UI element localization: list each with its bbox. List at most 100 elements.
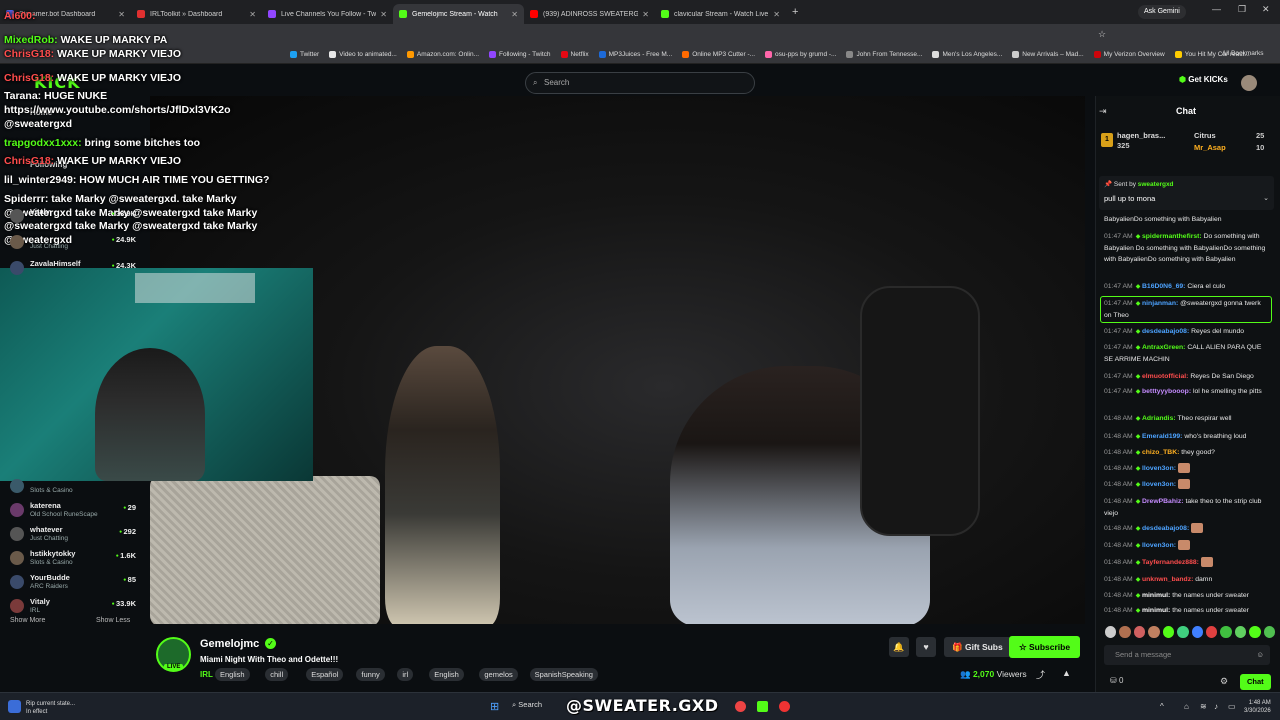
follow-heart-icon[interactable]: ♥ <box>916 637 936 657</box>
emote-icon[interactable] <box>1119 626 1131 638</box>
emote-bar[interactable] <box>1105 626 1276 640</box>
stream-tag[interactable]: Español <box>306 668 344 681</box>
stream-category[interactable]: IRL <box>200 670 213 679</box>
emote-icon[interactable] <box>1249 626 1261 638</box>
new-tab-icon[interactable]: + <box>792 6 798 18</box>
chat-username[interactable]: Emerald199: <box>1142 433 1184 440</box>
tab-close-icon[interactable]: ✕ <box>380 10 387 19</box>
pinned-message[interactable]: 📌 Sent by sweatergxd pull up to mona ⌄ <box>1099 176 1274 210</box>
chat-message[interactable]: 01:47 AM ◆ spidermanthefirst: Do somethin… <box>1104 231 1272 265</box>
chat-message[interactable]: 01:48 AM ◆ desdeabajo08: <box>1104 523 1272 535</box>
notification-bell-icon[interactable]: 🔔 <box>889 637 909 657</box>
chat-message[interactable]: 01:47 AM ◆ desdeabajo08: Reyes del mundo <box>1104 326 1272 338</box>
app-icon-1[interactable] <box>735 701 746 712</box>
app-icon-3[interactable] <box>779 701 790 712</box>
emote-icon[interactable] <box>1105 626 1117 638</box>
chat-username[interactable]: B16D0N6_69: <box>1142 283 1187 290</box>
user-avatar[interactable] <box>1241 75 1257 91</box>
star-icon[interactable]: ☆ <box>1098 29 1106 40</box>
tray-volume-icon[interactable]: ♪ <box>1214 702 1218 711</box>
chat-message[interactable]: 01:48 AM ◆ Tayfernandez888: <box>1104 557 1272 569</box>
browser-tab[interactable]: (939) ADINROSS SWEATERGXD ✕ <box>524 4 655 24</box>
chat-username[interactable]: DrewPBahiz: <box>1142 498 1185 505</box>
chat-username[interactable]: desdeabajo08: <box>1142 525 1191 532</box>
bookmark-item[interactable]: John From Tennesse... <box>846 51 922 58</box>
windows-start-icon[interactable]: ⊞ <box>490 700 499 713</box>
tray-battery-icon[interactable]: ▭ <box>1228 702 1236 711</box>
collapse-chat-icon[interactable]: ⇥ <box>1099 106 1107 117</box>
bookmark-item[interactable]: Online MP3 Cutter -... <box>682 51 755 58</box>
all-bookmarks-button[interactable]: All Bookmarks <box>1222 50 1264 57</box>
search-input[interactable]: ⌕ Search <box>525 72 755 94</box>
chat-message[interactable]: 01:48 AM ◆ minimul: the names under sweat… <box>1104 605 1272 617</box>
chat-message[interactable]: 01:48 AM ◆ minimul: the names under sweat… <box>1104 590 1272 602</box>
stream-tag[interactable]: SpanishSpeaking <box>529 668 598 681</box>
bookmark-item[interactable]: MP3Juices - Free M... <box>598 51 672 58</box>
stream-tag[interactable]: chill <box>265 668 289 681</box>
minimize-icon[interactable]: — <box>1212 4 1221 14</box>
chat-message[interactable]: 01:48 AM ◆ unknwn_bandz: damn <box>1104 574 1272 586</box>
sidebar-channel[interactable]: VitalyIRL 33.9K <box>8 597 136 619</box>
browser-tab[interactable]: clavicular Stream - Watch Live ✕ <box>655 4 786 24</box>
channel-name[interactable]: Gemelojmc <box>200 638 259 650</box>
emote-icon[interactable] <box>1205 626 1218 638</box>
maximize-icon[interactable]: ❐ <box>1238 4 1246 15</box>
browser-tab[interactable]: Live Channels You Follow - Twit ✕ <box>262 4 393 24</box>
address-bar[interactable] <box>0 24 1280 46</box>
emote-icon[interactable] <box>1162 626 1175 638</box>
chat-username[interactable]: ninjanman: <box>1142 300 1180 307</box>
bookmark-item[interactable]: Video to animated... <box>329 51 397 58</box>
bookmark-item[interactable]: osu-pps by grumd -... <box>765 51 836 58</box>
stream-tag[interactable]: irl <box>397 668 414 681</box>
browser-tab[interactable]: IRLToolkit » Dashboard ✕ <box>131 4 262 24</box>
emote-icon[interactable] <box>1191 626 1203 638</box>
chat-username[interactable]: lloven3on: <box>1142 481 1178 488</box>
sidebar-channel[interactable]: YourBuddeARC Raiders 85 <box>8 573 136 595</box>
tray-arrow-icon[interactable]: ^ <box>1160 702 1164 711</box>
chat-message[interactable]: BabyalienDo something with Babyalien <box>1104 214 1272 225</box>
taskbar-notification[interactable]: Rip current state... In effect <box>26 700 75 716</box>
chat-username[interactable]: minimul: <box>1142 592 1172 599</box>
stream-tag[interactable]: funny <box>356 668 385 681</box>
emoji-icon[interactable]: ☺ <box>1256 645 1264 665</box>
chat-message-input[interactable]: Send a message ☺ <box>1104 645 1270 665</box>
chat-username[interactable]: elmuotofficial: <box>1142 373 1190 380</box>
kick-app-icon[interactable] <box>757 701 768 712</box>
tab-close-icon[interactable]: ✕ <box>642 10 649 19</box>
chat-username[interactable]: desdeabajo08: <box>1142 328 1191 335</box>
tab-close-icon[interactable]: ✕ <box>773 10 780 19</box>
sidebar-channel[interactable]: Slots & Casino <box>8 477 136 499</box>
emote-icon[interactable] <box>1148 626 1160 638</box>
emote-icon[interactable] <box>1220 626 1232 638</box>
tray-network-icon[interactable]: ⌂ <box>1184 702 1189 711</box>
chat-username[interactable]: chizo_TBK: <box>1142 449 1181 456</box>
sidebar-channel[interactable]: whateverJust Chatting 292 <box>8 525 136 547</box>
chat-send-button[interactable]: Chat <box>1240 674 1271 690</box>
sidebar-channel[interactable]: Vitaly 33.9K <box>8 207 136 229</box>
sidebar-channel[interactable]: hstikkytokkySlots & Casino 1.6K <box>8 549 136 571</box>
sidebar-channel[interactable]: Just Chatting 24.9K <box>8 233 136 255</box>
get-kicks-button[interactable]: ⬢ Get KICKs <box>1179 75 1228 84</box>
chat-message[interactable]: 01:48 AM ◆ Emerald199: who's breathing lo… <box>1104 431 1272 443</box>
bookmark-item[interactable]: Following - Twitch <box>489 51 551 58</box>
browser-tab[interactable]: Gemelojmc Stream - Watch ✕ <box>393 4 524 24</box>
chat-message[interactable]: 01:47 AM ◆ ninjanman: @sweatergxd gonna t… <box>1100 296 1272 323</box>
emote-icon[interactable] <box>1177 626 1189 638</box>
chat-username[interactable]: AntraxGreen: <box>1142 344 1187 351</box>
chat-message[interactable]: 01:48 AM ◆ lloven3on: <box>1104 479 1272 491</box>
bookmark-item[interactable]: Amazon.com: Onlin... <box>406 51 479 58</box>
chat-username[interactable]: lloven3on: <box>1142 542 1178 549</box>
chat-username[interactable]: Tayfernandez888: <box>1142 559 1201 566</box>
chat-message[interactable]: 01:47 AM ◆ betttyyybooop: lol he smelling… <box>1104 386 1272 398</box>
tab-close-icon[interactable]: ✕ <box>118 10 125 19</box>
chat-settings-icon[interactable]: ⚙ <box>1220 676 1228 687</box>
sidebar-channel[interactable]: ZavalaHimself 24.3K <box>8 259 136 281</box>
gift-subs-button[interactable]: 🎁 Gift Subs <box>944 637 1011 657</box>
share-icon[interactable]: ⤴ <box>1036 668 1045 681</box>
emote-icon[interactable] <box>1263 626 1276 638</box>
report-icon[interactable]: ▲ <box>1062 668 1071 678</box>
chevron-down-icon[interactable]: ⌄ <box>1263 194 1269 202</box>
tray-wifi-icon[interactable]: ≋ <box>1200 702 1207 711</box>
chat-message[interactable]: 01:48 AM ◆ Adriandis: Theo respirar well <box>1104 413 1272 425</box>
chat-message[interactable]: 01:48 AM ◆ DrewPBahiz: take theo to the s… <box>1104 496 1272 519</box>
